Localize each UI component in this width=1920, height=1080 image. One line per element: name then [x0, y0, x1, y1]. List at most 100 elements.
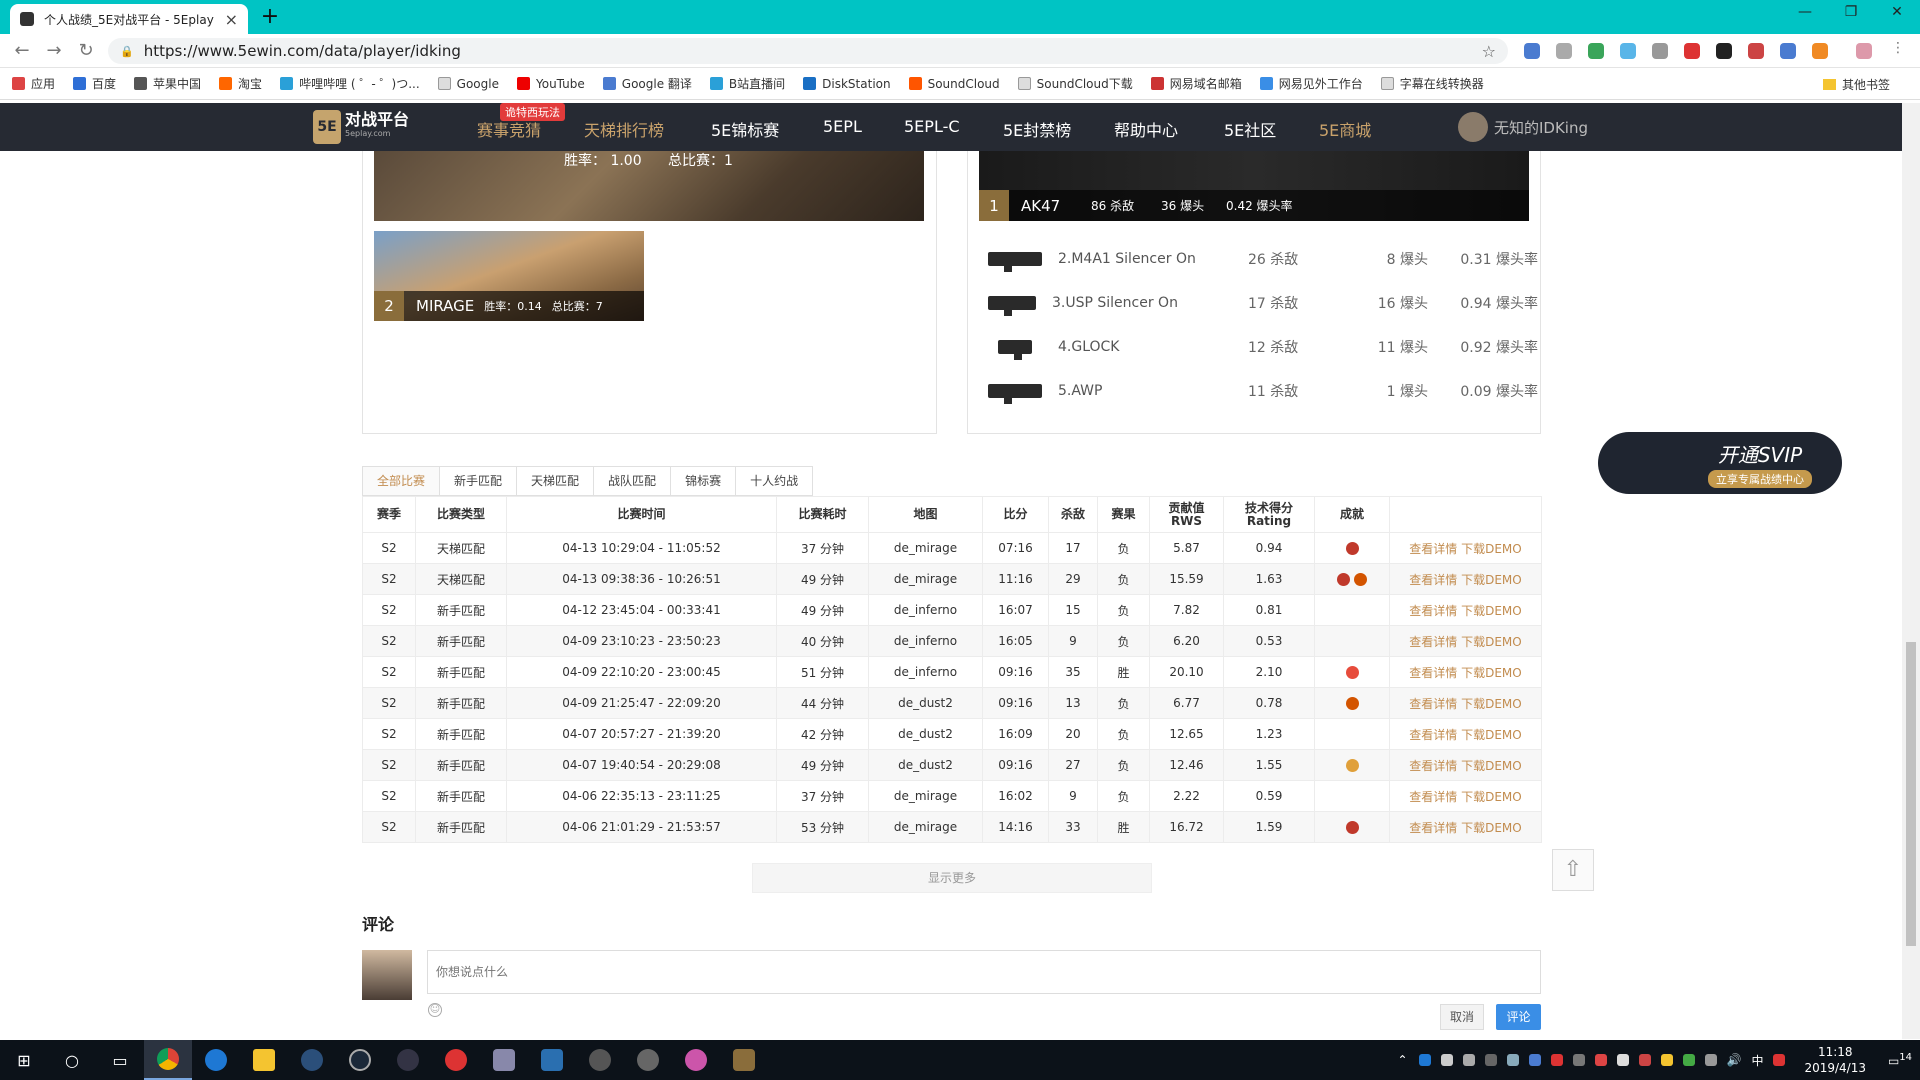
notification-center-button[interactable]: ▭14 — [1880, 1052, 1920, 1068]
cell-season[interactable]: S2 — [362, 625, 416, 657]
5e-taskbar-icon[interactable] — [720, 1040, 768, 1080]
browser-menu-icon[interactable]: ⋮ — [1886, 40, 1910, 56]
download-demo-link[interactable]: 下载DEMO — [1461, 573, 1522, 587]
taskbar-clock[interactable]: 11:18 2019/4/13 — [1804, 1044, 1866, 1076]
tray-icon[interactable] — [1660, 1054, 1673, 1066]
reload-button[interactable]: ↻ — [74, 40, 98, 61]
tray-expand-icon[interactable]: ⌃ — [1397, 1053, 1407, 1067]
cell-season[interactable]: S2 — [362, 532, 416, 564]
extension-shield-icon[interactable] — [1588, 43, 1604, 59]
bookmark-item[interactable]: DiskStation — [803, 77, 891, 91]
other-bookmarks[interactable]: 其他书签 — [1822, 76, 1890, 93]
download-demo-link[interactable]: 下载DEMO — [1461, 759, 1522, 773]
download-demo-link[interactable]: 下载DEMO — [1461, 728, 1522, 742]
new-tab-button[interactable]: + — [258, 4, 282, 29]
tray-icon[interactable] — [1484, 1054, 1497, 1066]
tray-ime[interactable]: 中 — [1751, 1052, 1763, 1069]
bookmark-item[interactable]: 苹果中国 — [134, 75, 201, 92]
extension-1080-icon[interactable] — [1684, 43, 1700, 59]
bookmark-item[interactable]: 哔哩哔哩 ( ゜- ゜)つ... — [280, 75, 420, 92]
bookmark-item[interactable]: 网易见外工作台 — [1259, 75, 1363, 92]
app-taskbar-icon[interactable] — [288, 1040, 336, 1080]
extension-cloud-icon[interactable] — [1620, 43, 1636, 59]
tab-close-icon[interactable]: × — [225, 10, 238, 29]
tray-steam-icon[interactable] — [1506, 1054, 1519, 1066]
tray-icon[interactable] — [1418, 1054, 1431, 1066]
close-window-button[interactable]: ✕ — [1874, 4, 1920, 20]
nav-community[interactable]: 5E社区 — [1224, 117, 1276, 141]
view-detail-link[interactable]: 查看详情 — [1409, 759, 1457, 773]
view-detail-link[interactable]: 查看详情 — [1409, 666, 1457, 680]
bookmark-item[interactable]: YouTube — [516, 77, 585, 91]
view-detail-link[interactable]: 查看详情 — [1409, 821, 1457, 835]
view-detail-link[interactable]: 查看详情 — [1409, 697, 1457, 711]
bookmark-item[interactable]: 网易域名邮箱 — [1150, 75, 1242, 92]
bookmark-item[interactable]: Google — [437, 77, 499, 91]
extension-translate-icon[interactable] — [1524, 43, 1540, 59]
extension-translate2-icon[interactable] — [1780, 43, 1796, 59]
app5-taskbar-icon[interactable] — [624, 1040, 672, 1080]
extension-red-icon[interactable] — [1748, 43, 1764, 59]
tab-ten-man[interactable]: 十人约战 — [735, 466, 814, 496]
tray-icon[interactable] — [1594, 1054, 1607, 1066]
download-demo-link[interactable]: 下载DEMO — [1461, 790, 1522, 804]
view-detail-link[interactable]: 查看详情 — [1409, 790, 1457, 804]
cell-season[interactable]: S2 — [362, 594, 416, 626]
download-demo-link[interactable]: 下载DEMO — [1461, 821, 1522, 835]
tray-icon[interactable] — [1528, 1054, 1541, 1066]
submit-comment-button[interactable]: 评论 — [1496, 1004, 1541, 1030]
bookmark-star-icon[interactable]: ☆ — [1482, 42, 1496, 61]
tray-icon[interactable] — [1462, 1054, 1475, 1066]
tray-shield-icon[interactable] — [1682, 1054, 1695, 1066]
minimize-button[interactable]: — — [1782, 4, 1828, 20]
nav-5epl[interactable]: 5EPL — [823, 117, 862, 136]
tray-icon[interactable] — [1572, 1054, 1585, 1066]
view-detail-link[interactable]: 查看详情 — [1409, 573, 1457, 587]
app4-taskbar-icon[interactable] — [528, 1040, 576, 1080]
svip-banner[interactable]: 开通SVIP 立享专属战绩中心 — [1598, 432, 1842, 494]
forward-button[interactable]: → — [42, 40, 66, 61]
bookmark-item[interactable]: 应用 — [12, 75, 55, 92]
explorer-taskbar-icon[interactable] — [240, 1040, 288, 1080]
itunes-taskbar-icon[interactable] — [672, 1040, 720, 1080]
nav-ban-list[interactable]: 5E封禁榜 — [1003, 117, 1071, 141]
profile-avatar-icon[interactable] — [1856, 43, 1872, 59]
tray-volume-icon[interactable]: 🔊 — [1727, 1053, 1742, 1067]
url-bar[interactable]: 🔒 https://www.5ewin.com/data/player/idki… — [108, 38, 1508, 64]
site-logo[interactable]: 5E 对战平台 5eplay.com — [313, 108, 409, 146]
app3-taskbar-icon[interactable] — [480, 1040, 528, 1080]
bookmark-item[interactable]: SoundCloud — [908, 77, 1000, 91]
view-detail-link[interactable]: 查看详情 — [1409, 542, 1457, 556]
start-button[interactable]: ⊞ — [0, 1040, 48, 1080]
bookmark-item[interactable]: 字幕在线转换器 — [1380, 75, 1484, 92]
app2-taskbar-icon[interactable] — [384, 1040, 432, 1080]
chrome-taskbar-icon[interactable] — [144, 1040, 192, 1080]
tab-all[interactable]: 全部比赛 — [362, 466, 440, 496]
nav-ladder[interactable]: 天梯排行榜 — [584, 117, 664, 141]
view-detail-link[interactable]: 查看详情 — [1409, 635, 1457, 649]
extension-icon[interactable] — [1556, 43, 1572, 59]
tray-icon[interactable] — [1638, 1054, 1651, 1066]
nav-shop[interactable]: 5E商城 — [1319, 117, 1371, 141]
tab-team[interactable]: 战队匹配 — [593, 466, 671, 496]
netease-music-taskbar-icon[interactable] — [432, 1040, 480, 1080]
view-detail-link[interactable]: 查看详情 — [1409, 604, 1457, 618]
tab-ladder[interactable]: 天梯匹配 — [516, 466, 594, 496]
download-demo-link[interactable]: 下载DEMO — [1461, 542, 1522, 556]
cell-season[interactable]: S2 — [362, 656, 416, 688]
view-detail-link[interactable]: 查看详情 — [1409, 728, 1457, 742]
nav-5epl-c[interactable]: 5EPL-C — [904, 117, 960, 136]
tray-network-icon[interactable] — [1704, 1054, 1717, 1066]
show-more-button[interactable]: 显示更多 — [752, 863, 1152, 893]
user-menu[interactable]: 无知的IDKing — [1458, 112, 1588, 142]
bookmark-item[interactable]: 百度 — [73, 75, 116, 92]
cancel-button[interactable]: 取消 — [1440, 1004, 1484, 1030]
tab-championship[interactable]: 锦标赛 — [670, 466, 736, 496]
download-demo-link[interactable]: 下载DEMO — [1461, 604, 1522, 618]
tray-cloud-icon[interactable] — [1440, 1054, 1453, 1066]
back-to-top-button[interactable]: ⇧ — [1552, 849, 1594, 891]
emoji-icon[interactable]: ☺ — [428, 1003, 442, 1017]
extension-music-icon[interactable] — [1812, 43, 1828, 59]
download-demo-link[interactable]: 下载DEMO — [1461, 666, 1522, 680]
tab-novice[interactable]: 新手匹配 — [439, 466, 517, 496]
